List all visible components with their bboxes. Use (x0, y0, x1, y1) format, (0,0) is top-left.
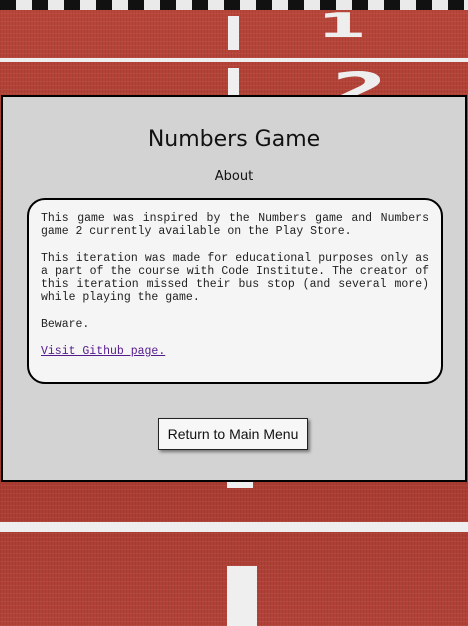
github-link-wrapper: Visit Github page. (41, 345, 429, 358)
lane-divider (227, 566, 257, 626)
github-link[interactable]: Visit Github page. (41, 345, 165, 358)
about-panel: Numbers Game About This game was inspire… (1, 95, 467, 482)
lane-line (0, 58, 468, 62)
page-subtitle: About (214, 169, 254, 184)
track-edge-stripe (0, 0, 468, 10)
lane-divider (228, 16, 239, 50)
lane-line (0, 522, 468, 532)
about-text-card: This game was inspired by the Numbers ga… (27, 198, 443, 384)
return-to-main-menu-button[interactable]: Return to Main Menu (158, 418, 308, 450)
about-paragraph: This game was inspired by the Numbers ga… (41, 212, 429, 238)
page-title: Numbers Game (147, 127, 321, 152)
lane-number-1: 1 (316, 6, 367, 46)
about-paragraph: Beware. (41, 318, 90, 331)
about-paragraph: This iteration was made for educational … (41, 252, 429, 304)
lane-divider (228, 68, 239, 96)
